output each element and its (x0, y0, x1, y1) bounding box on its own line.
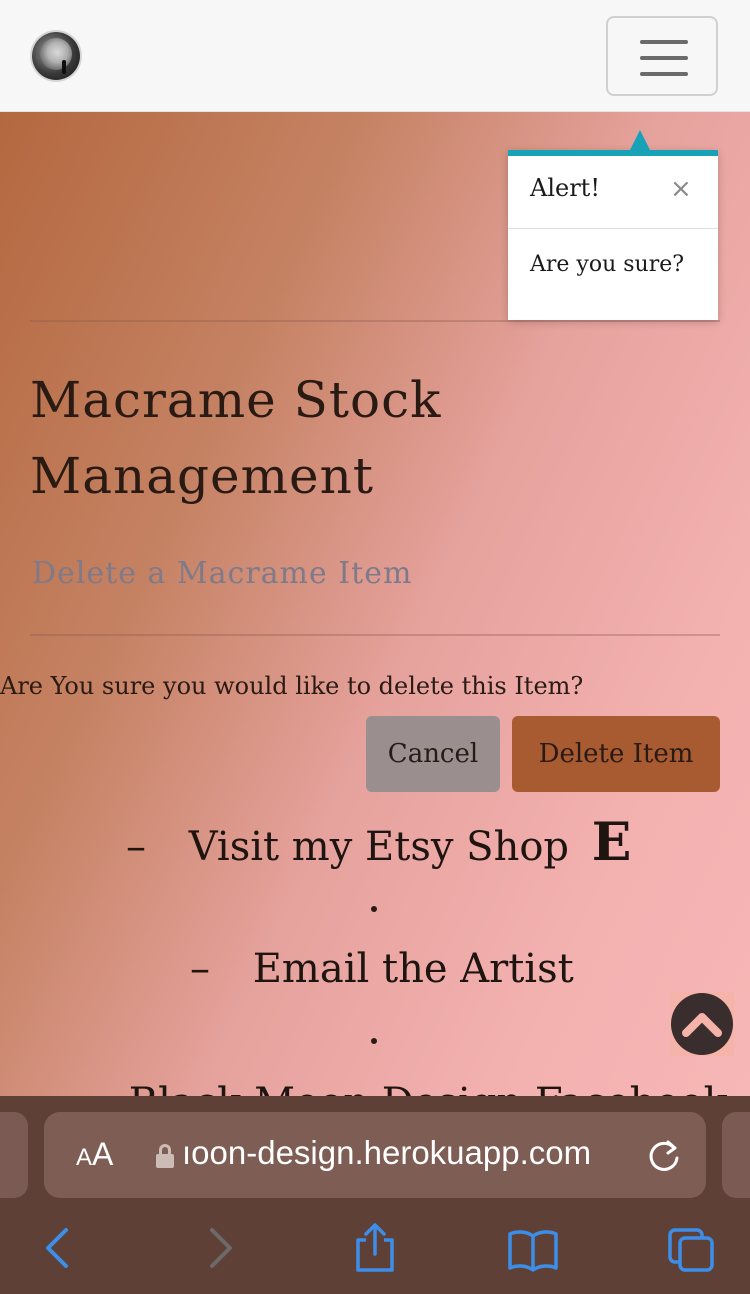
lock-icon (156, 1144, 174, 1168)
text-size-small: A (76, 1144, 93, 1171)
forward-icon[interactable] (202, 1226, 238, 1270)
lock-body (156, 1154, 174, 1168)
text-size-button[interactable]: AA (76, 1136, 113, 1173)
facebook-link[interactable]: – Black Moon Design Facebook (96, 1080, 728, 1096)
divider (30, 320, 720, 322)
reload-icon[interactable] (644, 1136, 684, 1176)
text-size-big: A (92, 1136, 114, 1172)
delete-item-button[interactable]: Delete Item (512, 716, 720, 792)
hamburger-menu-button[interactable] (606, 16, 718, 96)
etsy-icon: E (591, 812, 632, 873)
etsy-shop-label: Visit my Etsy Shop (188, 824, 570, 870)
moon-shape (40, 38, 72, 70)
list-dash: – (126, 824, 146, 870)
etsy-shop-link[interactable]: – Visit my Etsy Shop E (126, 812, 631, 873)
list-dash: – (190, 946, 210, 992)
cactus-shape (62, 60, 66, 74)
browser-bottom-bar: AA ıoon-design.herokuapp.com (0, 1096, 750, 1294)
email-artist-label: Email the Artist (252, 946, 574, 992)
popover-title: Alert! (530, 174, 600, 202)
scroll-to-top-button[interactable] (670, 992, 734, 1056)
close-icon[interactable]: × (670, 174, 692, 204)
tabs-icon[interactable] (666, 1226, 716, 1274)
next-tab-edge[interactable] (722, 1112, 750, 1198)
divider (30, 634, 720, 636)
hamburger-bar (640, 72, 688, 76)
popover-arrow (630, 130, 650, 150)
popover-body: Are you sure? (530, 252, 685, 277)
previous-tab-edge[interactable] (0, 1112, 28, 1198)
page-title: Macrame Stock Management (30, 371, 442, 505)
url-text: ıoon-design.herokuapp.com (182, 1134, 592, 1171)
alert-popover: Alert! × Are you sure? (508, 130, 718, 320)
back-icon[interactable] (40, 1226, 76, 1270)
page-subtitle: Delete a Macrame Item (32, 556, 413, 591)
moon-cactus-logo-icon[interactable] (32, 32, 80, 80)
hamburger-menu-icon (640, 40, 688, 44)
popover-header: Alert! × (508, 156, 718, 229)
email-artist-link[interactable]: – Email the Artist (190, 946, 574, 992)
separator-dot (371, 906, 377, 912)
separator-dot (371, 1038, 377, 1044)
top-navbar (0, 0, 750, 112)
chevron-up-icon (682, 1013, 722, 1037)
scroll-to-top-circle (671, 993, 733, 1055)
address-bar[interactable]: AA ıoon-design.herokuapp.com (44, 1112, 706, 1198)
hamburger-bar (640, 56, 688, 60)
share-icon[interactable] (352, 1222, 398, 1274)
cancel-button[interactable]: Cancel (366, 716, 500, 792)
bookmarks-icon[interactable] (506, 1228, 560, 1272)
delete-confirmation-question: Are You sure you would like to delete th… (0, 672, 584, 700)
